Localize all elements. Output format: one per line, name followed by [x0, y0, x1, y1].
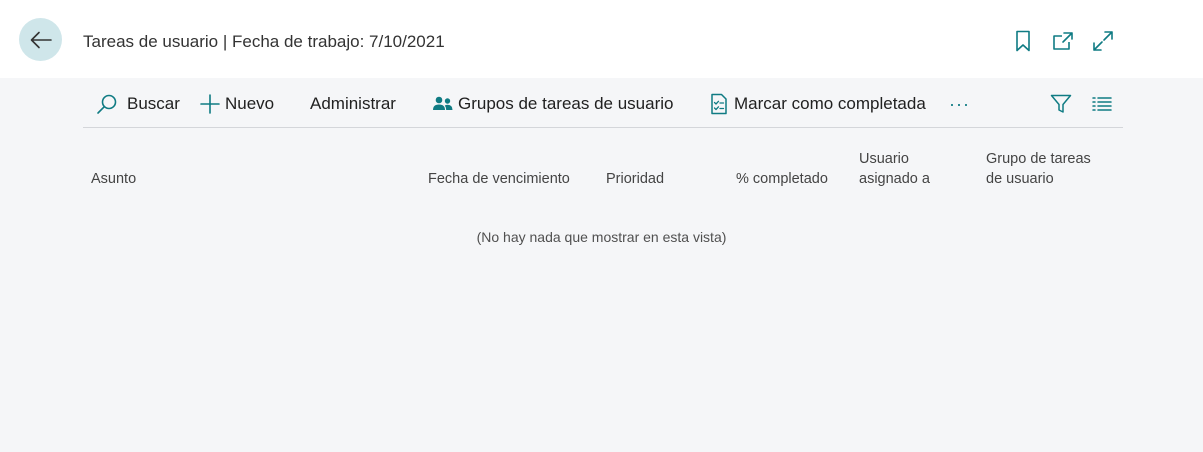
mark-complete-button[interactable]: Marcar como completada [710, 92, 926, 116]
back-button[interactable] [19, 18, 62, 61]
column-header-assigned-user-line2: asignado a [859, 171, 930, 187]
user-task-groups-label: Grupos de tareas de usuario [458, 94, 674, 113]
column-header-assigned-user-line1: Usuario [859, 151, 909, 167]
expand-button[interactable] [1091, 29, 1115, 53]
filter-button[interactable] [1050, 92, 1072, 116]
action-bar: Buscar Nuevo Administrar Grupos de tarea… [83, 80, 1123, 128]
new-button[interactable]: Nuevo [200, 92, 274, 116]
plus-icon [200, 94, 220, 114]
mark-complete-label: Marcar como completada [734, 94, 926, 113]
column-header-task-group-line1: Grupo de tareas [986, 151, 1091, 167]
bookmark-icon [1016, 30, 1030, 52]
column-header-priority[interactable]: Prioridad [606, 169, 664, 189]
search-icon [97, 94, 117, 114]
search-button[interactable]: Buscar [96, 92, 180, 116]
column-header-assigned-user[interactable]: Usuario asignado a [859, 149, 930, 189]
page-header: Tareas de usuario | Fecha de trabajo: 7/… [0, 0, 1203, 78]
checklist-document-icon [711, 93, 727, 115]
back-arrow-icon [30, 31, 52, 48]
empty-list-message: (No hay nada que mostrar en esta vista) [476, 229, 727, 245]
filter-icon [1050, 94, 1072, 113]
open-new-window-button[interactable] [1051, 29, 1075, 53]
more-options-button[interactable]: ··· [949, 92, 970, 116]
column-header-percent-complete[interactable]: % completado [736, 169, 828, 189]
page-title: Tareas de usuario | Fecha de trabajo: 7/… [83, 32, 445, 51]
new-label: Nuevo [225, 94, 275, 113]
column-header-subject[interactable]: Asunto [91, 169, 136, 189]
people-icon [433, 96, 453, 110]
list-view-icon [1092, 97, 1112, 111]
list-view-button[interactable] [1092, 92, 1112, 116]
bookmark-button[interactable] [1011, 29, 1035, 53]
manage-menu-button[interactable]: Administrar [310, 92, 396, 116]
open-new-window-icon [1053, 32, 1073, 50]
column-header-task-group[interactable]: Grupo de tareas de usuario [986, 149, 1091, 189]
user-task-groups-button[interactable]: Grupos de tareas de usuario [432, 92, 673, 116]
search-label: Buscar [127, 94, 180, 113]
expand-icon [1093, 31, 1113, 51]
more-options-label: ··· [949, 93, 970, 114]
column-header-due-date[interactable]: Fecha de vencimiento [428, 169, 570, 189]
manage-label: Administrar [310, 94, 396, 113]
column-header-task-group-line2: de usuario [986, 171, 1054, 187]
